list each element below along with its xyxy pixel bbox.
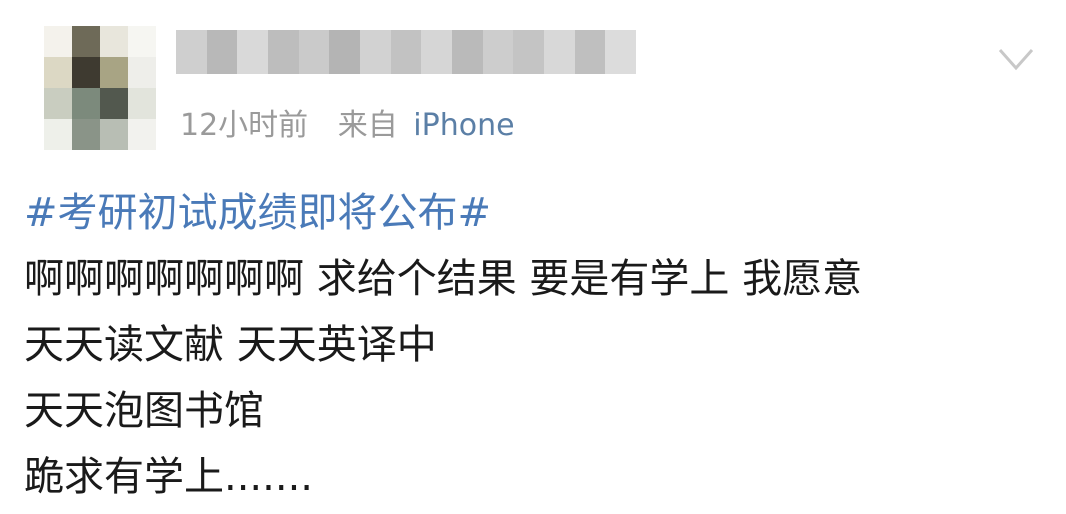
post-time: 12小时前 xyxy=(180,108,309,143)
hashtag-link[interactable]: #考研初试成绩即将公布# xyxy=(24,180,862,246)
post-line: 啊啊啊啊啊啊啊 求给个结果 要是有学上 我愿意 xyxy=(24,256,863,302)
username-blurred[interactable] xyxy=(176,30,637,74)
post-content: #考研初试成绩即将公布# 啊啊啊啊啊啊啊 求给个结果 要是有学上 我愿意 天天读… xyxy=(24,180,862,510)
weibo-post: 12小时前 来自 iPhone #考研初试成绩即将公布# 啊啊啊啊啊啊啊 求给个… xyxy=(0,0,1066,514)
post-line: 天天读文献 天天英译中 xyxy=(24,322,437,368)
post-line: 跪求有学上....... xyxy=(24,454,314,500)
avatar[interactable] xyxy=(44,26,156,150)
chevron-down-icon[interactable] xyxy=(994,40,1038,80)
post-line: 天天泡图书馆 xyxy=(24,388,264,434)
post-source-label: 来自 xyxy=(337,108,398,143)
post-source-device[interactable]: iPhone xyxy=(413,108,514,143)
post-meta: 12小时前 来自 iPhone xyxy=(180,106,515,146)
